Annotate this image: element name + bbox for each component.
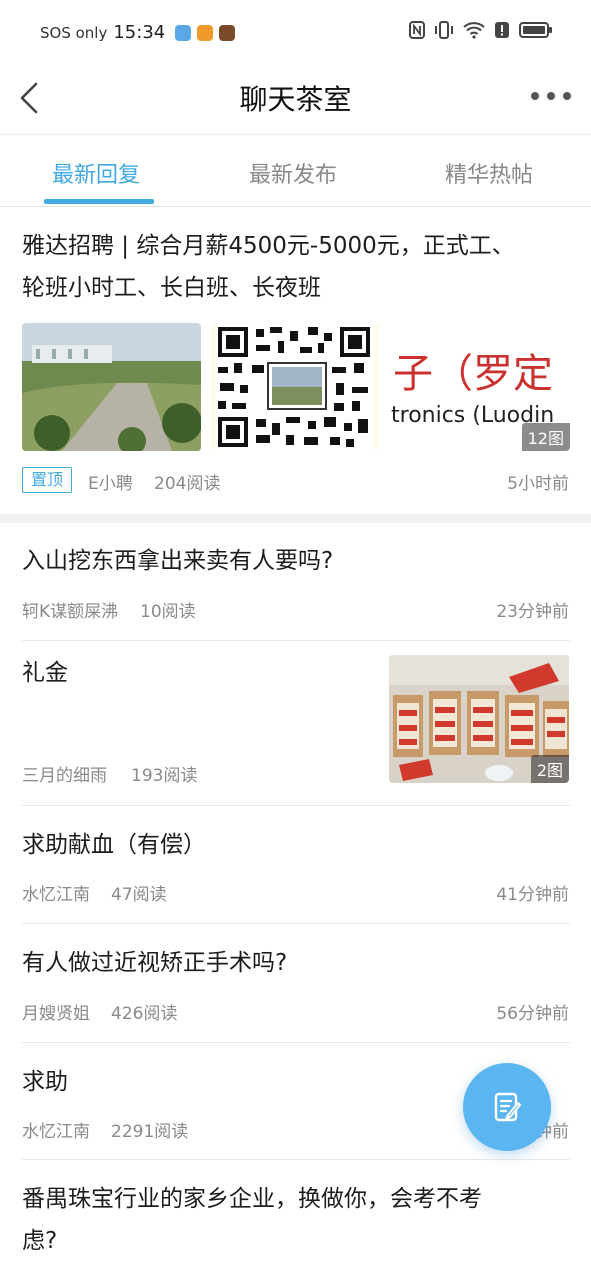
post-reads: 426阅读 [111,1004,178,1024]
post-reads: 193阅读 [131,766,198,786]
app-notification-icon [197,24,214,41]
tab-bar: 最新回复 最新发布 精华热帖 [0,135,591,207]
image-count-badge: 12图 [521,423,570,451]
post-title-line2: 虑? [22,1228,58,1254]
post-time: 41分钟前 [496,885,569,905]
post-title-line2: 轮班小时工、长白班、长夜班 [22,275,321,301]
nfc-icon [409,21,425,39]
post-image-campus[interactable] [22,323,201,451]
post-time: 56分钟前 [496,1004,569,1024]
post-reads: 10阅读 [140,602,196,622]
post-title: 雅达招聘 | 综合月薪4500元-5000元，正式工、 [22,233,515,259]
tab-indicator [44,199,154,204]
post-author: 水忆江南 [22,885,90,905]
clock: 15:34 [113,22,166,43]
post-title: 有人做过近视矫正手术吗? [22,950,288,976]
more-button[interactable] [531,86,571,106]
post-title: 入山挖东西拿出来卖有人要吗? [22,548,334,574]
edit-post-icon [494,1092,521,1122]
image-count-badge: 2图 [530,755,569,783]
tab-latest-post[interactable]: 最新发布 [249,157,337,189]
post-author: 水忆江南 [22,1122,90,1142]
post-title: 求助 [22,1069,68,1095]
tab-featured[interactable]: 精华热帖 [445,157,533,189]
post-image-gifts[interactable]: 2图 [389,655,569,783]
alert-icon [495,22,509,38]
battery-icon [519,22,552,38]
post-reads: 47阅读 [111,885,167,905]
tab-latest-reply[interactable]: 最新回复 [52,157,140,189]
app-notification-icon [175,24,192,41]
post-time: 5小时前 [507,474,569,494]
banner-text-cn: 子（罗定 [393,351,553,397]
nav-bar: 聊天茶室 [0,66,591,134]
post-title: 礼金 [22,660,68,686]
post-title: 求助献血（有偿） [22,832,206,858]
post-time: 23分钟前 [496,602,569,622]
carrier-text: SOS only [40,23,108,42]
wifi-icon [463,22,485,39]
more-dots-icon [531,92,539,100]
post-author: 轲K谋额屎沸 [22,602,119,622]
post-title: 番禺珠宝行业的家乡企业，换做你，会考不考 [22,1186,482,1212]
post-image-qrcode[interactable] [212,323,378,451]
status-bar: SOS only 15:34 [0,0,591,66]
app-notification-icon [219,24,236,41]
page-title: 聊天茶室 [239,83,352,116]
post-image-banner[interactable]: 子（罗定 tronics (Luodin 12图 [389,323,570,451]
pinned-badge: 置顶 [22,467,72,493]
post-author: 三月的细雨 [22,766,107,786]
post-author: 月嫂贤姐 [22,1004,90,1024]
new-post-button[interactable] [463,1063,551,1151]
post-reads: 204阅读 [154,474,221,494]
post-reads: 2291阅读 [111,1122,189,1142]
vibrate-icon [435,21,453,39]
post-author: E小聘 [88,474,133,494]
